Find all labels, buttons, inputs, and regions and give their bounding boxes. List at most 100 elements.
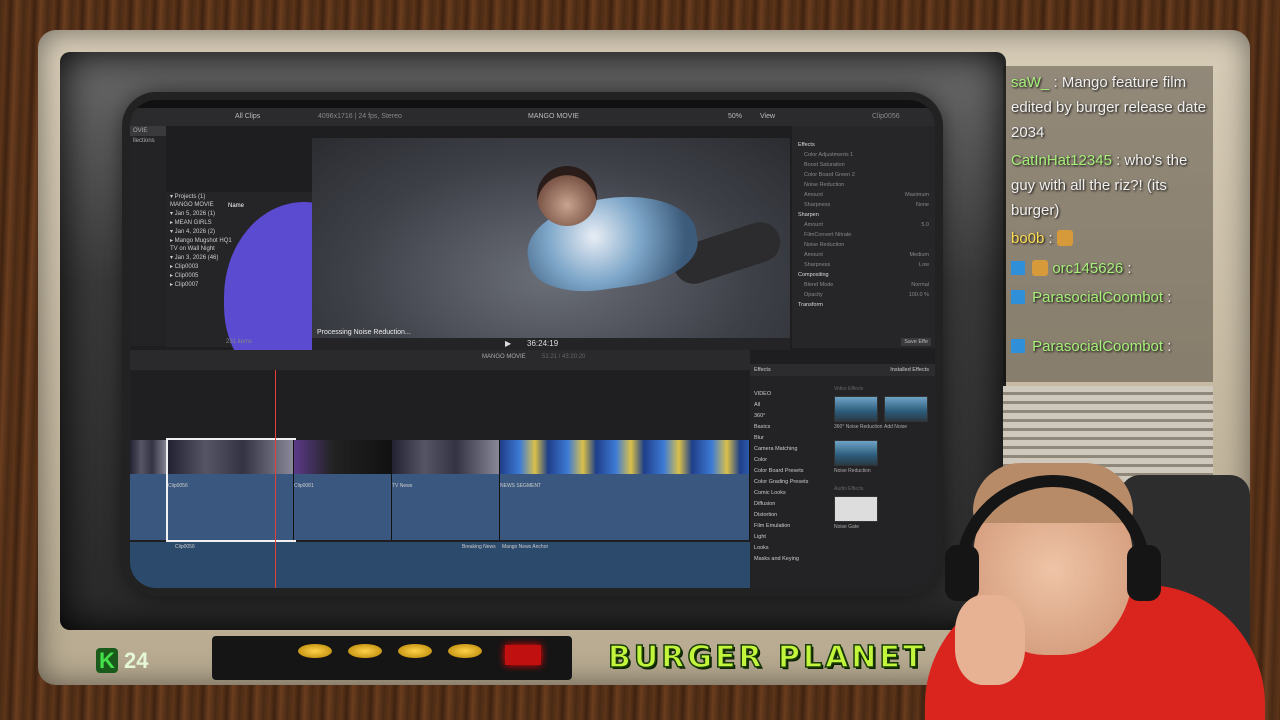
chat-message: bo0b : [1011,226,1073,251]
inspector-row[interactable]: Amount Medium [792,250,935,260]
chat-username: saW_ [1011,74,1050,91]
inspector-row-value[interactable]: Medium [909,252,929,258]
inspector-row-value[interactable]: Normal [911,282,929,288]
play-icon[interactable]: ▶ [505,339,511,348]
effect-thumbnail[interactable] [834,496,878,522]
inspector-row-label: Compositing [798,272,829,278]
timeline-clip[interactable]: TV News [392,440,500,540]
chat-username: ParasocialCoombot [1032,338,1164,355]
audio-clip-label: Mango News Anchor [502,544,549,550]
inspector-row-value[interactable]: 100.0 % [909,292,929,298]
inspector-row[interactable]: Noise Reduction [792,240,935,250]
chat-message: ParasocialCoombot : [1011,285,1171,310]
all-clips-button[interactable]: All Clips [235,113,260,120]
inspector-row-value[interactable]: Maximum [905,192,929,198]
chat-text: : [1167,338,1172,355]
browser-row[interactable]: ▾ Projects (1) [166,192,312,201]
processing-status: Processing Noise Reduction... [317,329,411,336]
inspector-row[interactable]: Sharpness None [792,200,935,210]
inspector-row-label: Sharpness [804,262,831,268]
video-effects-heading: Video Effects [834,386,864,392]
fcp-screen: All Clips 4096x1716 | 24 fps, Stereo MAN… [130,100,935,588]
inspector-row[interactable]: Sharpness Low [792,260,935,270]
inspector-row-value[interactable]: 5.0 [921,222,929,228]
timeline-clip[interactable]: NEWS SEGMENT [500,440,750,540]
inspector-row-label: Noise Reduction [804,242,845,248]
effect-thumbnail[interactable] [834,396,878,422]
inspector-row[interactable]: Noise Reduction [792,180,935,190]
gold-knob-icon [448,644,482,658]
inspector-panel: Effects Color Adjustments 1 Boost Saturati… [792,126,935,348]
effects-category[interactable]: Looks [754,542,824,553]
inspector-row-label: Sharpen [798,212,819,218]
effects-category[interactable]: Distortion [754,509,824,520]
sidebar-item-library[interactable]: OVIE [130,126,166,136]
chat-username: ParasocialCoombot [1032,289,1164,306]
inspector-row-label: Color Board Green 2 [804,172,855,178]
timeline-clip[interactable]: Clip0081 [294,440,392,540]
audio-clip-label: Clip0056 [175,544,195,550]
effects-category-list: VIDEO All 360° Basics Blur Camera Matching Col… [754,388,824,564]
primary-storyline: Clip0056 Clip0081 TV News NEWS SEGMENT [130,438,750,542]
effects-category[interactable]: Light [754,531,824,542]
chat-message: ParasocialCoombot : [1011,334,1171,359]
inspector-row[interactable]: Color Adjustments 1 [792,150,935,160]
chat-username: CatInHat12345 [1011,152,1112,169]
platform-badge-icon [1011,290,1025,304]
inspector-row-label: Transform [798,302,823,308]
chat-text: : [1127,260,1132,277]
effects-category[interactable]: All [754,399,824,410]
kick-counter: K 24 [96,648,160,674]
view-dropdown[interactable]: View [760,113,775,120]
inspector-row[interactable]: FilmConvert Nitrate [792,230,935,240]
effect-thumbnail[interactable] [884,396,928,422]
inspector-row[interactable]: Amount 5.0 [792,220,935,230]
audio-track[interactable]: Clip0056 Breaking News Mango News Anchor [130,542,750,588]
inspector-row[interactable]: Effects [792,140,935,150]
effects-category[interactable]: Film Emulation [754,520,824,531]
video-viewer[interactable]: Processing Noise Reduction... [312,138,790,338]
inspector-row[interactable]: Boost Saturation [792,160,935,170]
inspector-row[interactable]: Amount Maximum [792,190,935,200]
effect-label: Add Noise [884,424,908,430]
inspector-row-value[interactable]: Low [919,262,929,268]
webcam-feed [915,455,1280,720]
sidebar-item-collections[interactable]: llections [130,136,166,146]
installed-effects-dropdown[interactable]: Installed Effects [890,367,929,373]
timeline-project-name[interactable]: MANGO MOVIE [482,354,526,360]
chat-username: orc145626 [1052,260,1124,277]
effects-category[interactable]: Comic Looks [754,487,824,498]
save-effects-button[interactable]: Save Effe [901,338,931,346]
effects-category[interactable]: Camera Matching [754,443,824,454]
library-sidebar: OVIE llections [130,126,166,346]
effect-thumbnail[interactable] [834,440,878,466]
effects-category[interactable]: Blur [754,432,824,443]
timeline[interactable]: Clip0056 Clip0081 TV News NEWS SEGMENT C… [130,370,750,588]
playhead[interactable] [275,370,276,588]
chat-text: : [1167,289,1172,306]
effects-category[interactable]: VIDEO [754,388,824,399]
effects-category[interactable]: Color Grading Presets [754,476,824,487]
inspector-row[interactable]: Opacity 100.0 % [792,290,935,300]
inspector-row[interactable]: Color Board Green 2 [792,170,935,180]
effects-category[interactable]: Color [754,454,824,465]
effects-category[interactable]: Diffusion [754,498,824,509]
inspector-row[interactable]: Blend Mode Normal [792,280,935,290]
inspector-row-value[interactable]: None [916,202,929,208]
effects-category[interactable]: Basics [754,421,824,432]
inspector-row-label: Amount [804,192,823,198]
effects-category[interactable]: Masks and Keying [754,553,824,564]
red-indicator-light [505,645,541,665]
timeline-clip[interactable] [130,440,168,540]
effects-category[interactable]: Color Board Presets [754,465,824,476]
inspector-row-label: Boost Saturation [804,162,845,168]
zoom-dropdown[interactable]: 50% [728,113,742,120]
brand-logo: BURGER PLANET [607,639,927,676]
inspector-row-label: FilmConvert Nitrate [804,232,852,238]
viewer-controls: ▶ 36:24:19 [312,338,790,350]
effects-category[interactable]: 360° [754,410,824,421]
inspector-row[interactable]: Compositing [792,270,935,280]
timecode-display: 36:24:19 [527,339,559,348]
inspector-row[interactable]: Transform [792,300,935,310]
inspector-row[interactable]: Sharpen [792,210,935,220]
